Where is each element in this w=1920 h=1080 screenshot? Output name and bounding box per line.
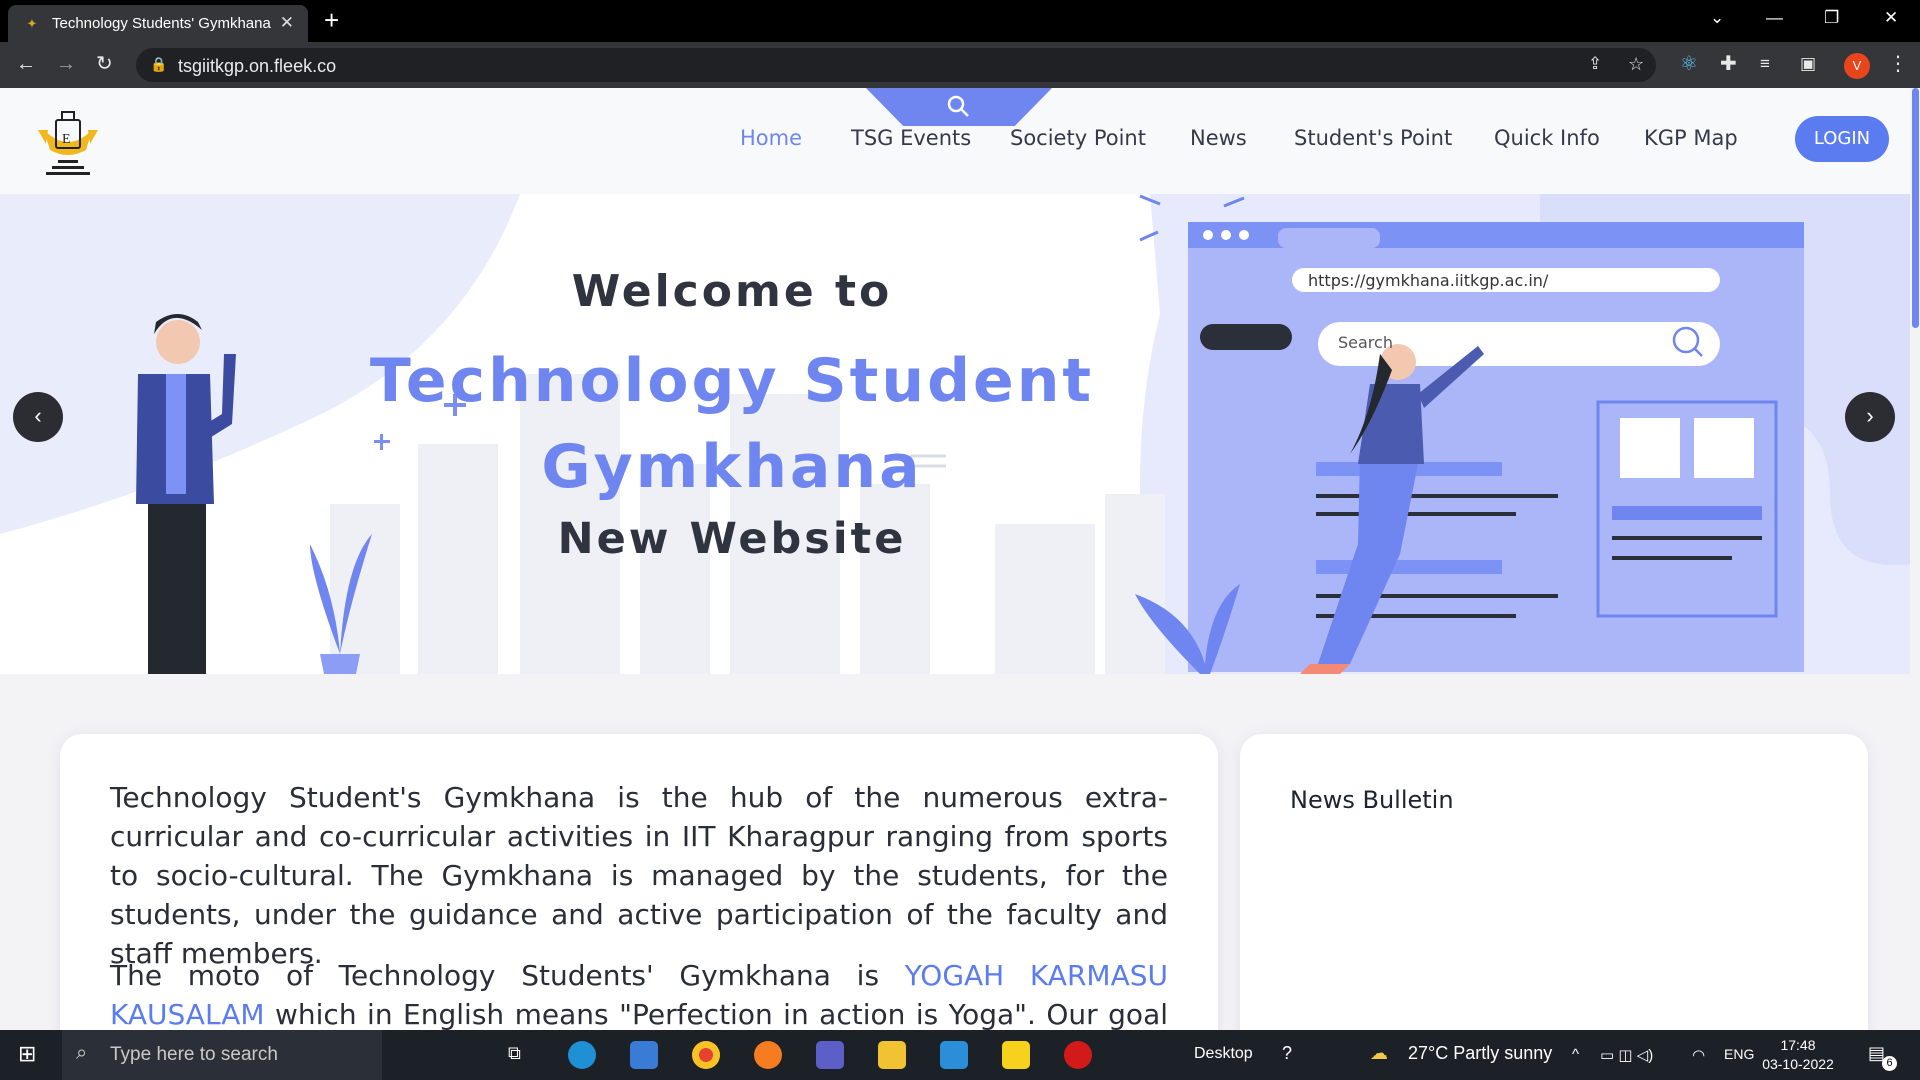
sticky-notes-icon[interactable]	[1002, 1041, 1030, 1069]
profile-avatar[interactable]: V	[1844, 53, 1870, 79]
side-panel-icon[interactable]: ▣	[1800, 52, 1816, 76]
opera-icon[interactable]	[1064, 1041, 1092, 1069]
lock-icon[interactable]: 🔒	[150, 56, 167, 73]
hero-title-line2: Gymkhana	[541, 432, 923, 502]
hero-subtitle: New Website	[557, 514, 907, 564]
weather-text[interactable]: 27°C Partly sunny	[1408, 1043, 1552, 1064]
nav-society-point[interactable]: Society Point	[1010, 126, 1146, 150]
motto-prefix: The moto of Technology Students' Gymkhan…	[110, 959, 905, 992]
carousel-next-button[interactable]: ›	[1845, 392, 1895, 442]
nav-students-point[interactable]: Student's Point	[1294, 126, 1452, 150]
login-button[interactable]: LOGIN	[1795, 116, 1889, 162]
webpage: E Home TSG Events Society Point News Stu…	[0, 88, 1920, 1030]
weather-cloud-icon[interactable]: ☁	[1370, 1043, 1388, 1064]
reload-icon[interactable]: ↻	[96, 52, 113, 76]
clock-date: 03-10-2022	[1762, 1056, 1834, 1072]
nav-home[interactable]: Home	[740, 126, 802, 150]
hero-title-line1: Technology Student	[369, 346, 1095, 416]
clock-time: 17:48	[1780, 1037, 1816, 1053]
share-icon[interactable]: ⇪	[1588, 52, 1602, 76]
chrome-icon[interactable]	[692, 1041, 720, 1069]
hero-carousel: https://gymkhana.iitkgp.ac.in/ Search We…	[0, 194, 1910, 674]
teams-icon[interactable]	[816, 1041, 844, 1069]
forward-icon[interactable]: →	[56, 52, 76, 76]
site-navbar: E Home TSG Events Society Point News Stu…	[0, 88, 1910, 194]
page-scrollbar[interactable]	[1910, 88, 1920, 1030]
address-url[interactable]: tsgiitkgp.on.fleek.co	[178, 56, 336, 77]
windows-start-icon[interactable]: ⊞	[18, 1041, 36, 1067]
tab-title: Technology Students' Gymkhana	[52, 15, 271, 32]
firefox-icon[interactable]	[754, 1041, 782, 1069]
address-bar[interactable]: 🔒 tsgiitkgp.on.fleek.co ⇪ ☆	[136, 48, 1656, 82]
reading-list-icon[interactable]: ≡	[1760, 52, 1770, 76]
browser-tab-strip: ✦ Technology Students' Gymkhana ✕ + ⌄ — …	[0, 0, 1920, 42]
vscode-icon[interactable]	[940, 1041, 968, 1069]
svg-text:E: E	[62, 132, 71, 147]
browser-menu-icon[interactable]: ⋮	[1888, 52, 1908, 76]
extensions-puzzle-icon[interactable]: ✚	[1720, 52, 1737, 76]
hero-welcome: Welcome to	[571, 266, 893, 317]
news-bulletin-card: News Bulletin	[1240, 734, 1868, 1030]
bookmark-star-icon[interactable]: ☆	[1628, 52, 1644, 76]
store-icon[interactable]	[630, 1041, 658, 1069]
search-icon	[947, 95, 969, 117]
browser-tab[interactable]: ✦ Technology Students' Gymkhana ✕	[8, 5, 308, 42]
task-view-icon[interactable]: ⧉	[508, 1043, 521, 1064]
desktop-toolbar-label[interactable]: Desktop	[1194, 1045, 1253, 1063]
taskbar-search-box[interactable]: ⌕ Type here to search	[62, 1030, 382, 1080]
clock[interactable]: 17:48 03-10-2022	[1758, 1036, 1838, 1074]
illustration-search-text: Search	[1338, 333, 1393, 352]
help-icon[interactable]: ?	[1282, 1043, 1292, 1064]
scrollbar-thumb[interactable]	[1912, 88, 1919, 328]
about-card: Technology Student's Gymkhana is the hub…	[60, 734, 1218, 1030]
nav-news[interactable]: News	[1190, 126, 1247, 150]
search-icon: ⌕	[76, 1042, 88, 1064]
carousel-prev-button[interactable]: ‹	[13, 392, 63, 442]
close-window-icon[interactable]: ✕	[1884, 8, 1898, 28]
motto-suffix: which in English means "Perfection in ac…	[275, 998, 1168, 1030]
motto-paragraph: The moto of Technology Students' Gymkhan…	[110, 956, 1168, 1030]
windows-taskbar: ⊞ ⌕ Type here to search ⧉ Desktop ? ☁ 27…	[0, 1030, 1920, 1080]
react-devtools-extension-icon[interactable]: ⚛	[1680, 52, 1698, 76]
browser-toolbar: ← → ↻ 🔒 tsgiitkgp.on.fleek.co ⇪ ☆ ⚛ ✚ ≡ …	[0, 42, 1920, 88]
language-indicator[interactable]: ENG	[1724, 1046, 1754, 1062]
back-icon[interactable]: ←	[16, 52, 36, 76]
wifi-icon[interactable]: ◠	[1692, 1046, 1705, 1064]
illustration-url-text: https://gymkhana.iitkgp.ac.in/	[1308, 271, 1549, 290]
nav-tsg-events[interactable]: TSG Events	[851, 126, 971, 150]
show-hidden-icons-icon[interactable]: ^	[1572, 1046, 1579, 1063]
notification-count-badge: 6	[1882, 1056, 1897, 1071]
edge-icon[interactable]	[568, 1041, 596, 1069]
taskbar-search-placeholder[interactable]: Type here to search	[110, 1044, 278, 1066]
new-tab-icon[interactable]: +	[324, 6, 339, 34]
tab-search-chevron-icon[interactable]: ⌄	[1710, 8, 1724, 28]
restore-icon[interactable]: ❐	[1824, 8, 1839, 28]
gymkhana-logo[interactable]: E	[34, 110, 102, 180]
system-tray-icons[interactable]: ▭ ◫ ◁)	[1600, 1046, 1653, 1064]
about-paragraph: Technology Student's Gymkhana is the hub…	[110, 781, 1168, 970]
trophy-favicon-icon: ✦	[26, 15, 38, 31]
news-bulletin-title: News Bulletin	[1290, 786, 1454, 814]
minimize-icon[interactable]: —	[1766, 8, 1783, 28]
nav-quick-info[interactable]: Quick Info	[1494, 126, 1600, 150]
close-tab-icon[interactable]: ✕	[280, 13, 294, 33]
nav-kgp-map[interactable]: KGP Map	[1644, 126, 1738, 150]
search-toggle-button[interactable]	[866, 88, 1052, 126]
file-explorer-icon[interactable]	[878, 1041, 906, 1069]
